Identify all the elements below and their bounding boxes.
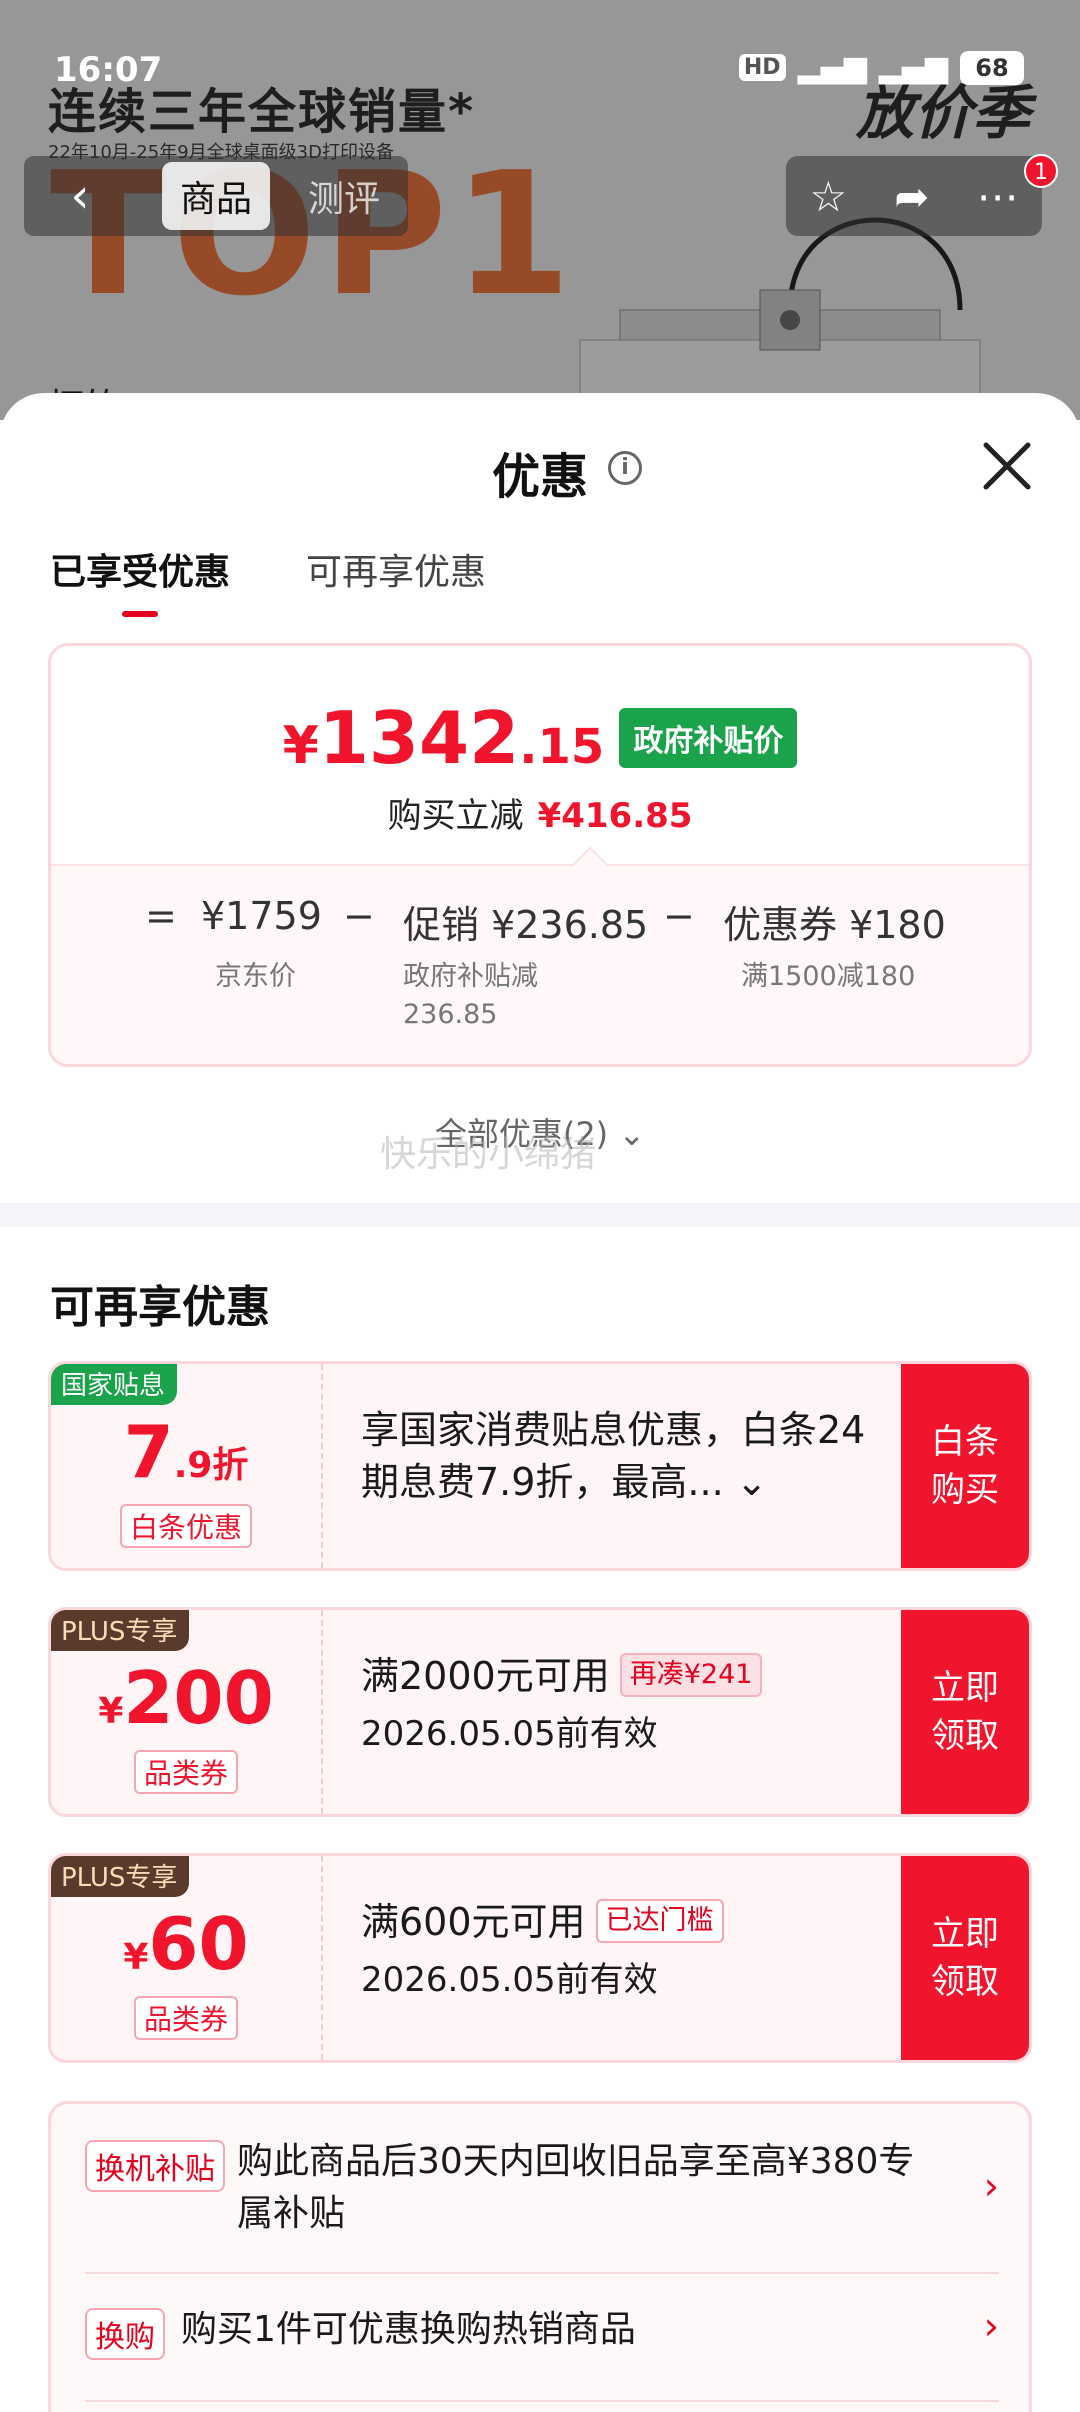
extra-offers-card: 换机补贴 购此商品后30天内回收旧品享至高¥380专属补贴 › 换购 购买1件可… xyxy=(48,2101,1032,2412)
plus-tag: PLUS专享 xyxy=(51,1856,190,1897)
back-button[interactable]: ‹ xyxy=(24,156,136,236)
coupon-desc-text: 享国家消费贴息优惠，白条24期息费7.9折，最高... xyxy=(361,1408,866,1504)
status-bar: 16:07 HD ▂▄▆ ▂▄▆ 68 xyxy=(0,0,1080,110)
status-time: 16:07 xyxy=(54,50,163,90)
favorite-star-icon[interactable]: ☆ xyxy=(810,172,848,221)
discount-small: .9折 xyxy=(173,1445,249,1486)
tab-available-discounts[interactable]: 可再享优惠 xyxy=(306,543,486,595)
promo-amount: 促销 ¥236.85 xyxy=(403,903,649,947)
minus-sign-2: − xyxy=(663,894,695,938)
chevron-down-icon: ⌄ xyxy=(618,1115,646,1153)
extra-divider xyxy=(85,2272,999,2274)
jd-price-label: 京东价 xyxy=(215,961,296,992)
coupon-discount: ¥200 xyxy=(51,1656,321,1740)
claim-coupon-button[interactable]: 立即领取 xyxy=(901,1856,1029,2060)
reduce-value: ¥416.85 xyxy=(537,796,693,836)
coupon-info: 享国家消费贴息优惠，白条24期息费7.9折，最高... ⌄ xyxy=(361,1404,901,1508)
coupon-threshold-pill: 已达门槛 xyxy=(595,1899,724,1943)
gov-subsidy-tag: 政府补贴价 xyxy=(619,708,798,768)
final-price: ¥1342.15 政府补贴价 xyxy=(51,696,1029,780)
equals-sign: = xyxy=(145,894,177,938)
claim-coupon-button[interactable]: 立即领取 xyxy=(901,1610,1029,1814)
coupon-info: 满600元可用 已达门槛 2026.05.05前有效 xyxy=(361,1896,901,2001)
tab-reviews[interactable]: 测评 xyxy=(290,162,398,230)
coupon-expiry: 2026.05.05前有效 xyxy=(361,1960,658,2000)
sheet-title: 优惠 xyxy=(491,449,588,505)
coupon-currency: ¥ xyxy=(98,1691,124,1732)
coupon-gap-pill: 再凑¥241 xyxy=(619,1653,763,1697)
coupon-condition: 满2000元可用 再凑¥241 xyxy=(361,1650,901,1702)
coupon-card-200: PLUS专享 ¥200 品类券 满2000元可用 再凑¥241 2026.05.0… xyxy=(48,1607,1032,1817)
chevron-right-icon: › xyxy=(983,2304,999,2348)
coupon-value-area: PLUS专享 ¥200 品类券 xyxy=(51,1610,323,1814)
coupon-card-60: PLUS专享 ¥60 品类券 满600元可用 已达门槛 2026.05.05前有效… xyxy=(48,1853,1032,2063)
baitiao-buy-button[interactable]: 白条购买 xyxy=(901,1364,1029,1568)
discount-big: 7 xyxy=(123,1410,174,1494)
exchange-tag: 换购 xyxy=(85,2308,165,2360)
coupon-card-baitiao: 国家贴息 7.9折 白条优惠 享国家消费贴息优惠，白条24期息费7.9折，最高.… xyxy=(48,1361,1032,1571)
info-icon[interactable]: i xyxy=(608,451,642,485)
status-icons: HD ▂▄▆ ▂▄▆ 68 xyxy=(738,50,1024,85)
coupon-expiry: 2026.05.05前有效 xyxy=(361,1714,658,1754)
price-decimal: .15 xyxy=(519,719,605,775)
top-actions: ☆ ➦ ⋯ xyxy=(786,156,1042,236)
coupon-cond-text: 满2000元可用 xyxy=(361,1654,610,1698)
coupon-description[interactable]: 享国家消费贴息优惠，白条24期息费7.9折，最高... ⌄ xyxy=(361,1404,901,1508)
chevron-left-icon: ‹ xyxy=(70,168,90,224)
watermark: 快乐的小绵猪 xyxy=(380,1134,597,1175)
coupon-amount: 优惠券 ¥180 xyxy=(723,903,946,947)
price-integer: 1342 xyxy=(318,696,520,780)
coupon-type: 品类券 xyxy=(133,1750,239,1794)
price-currency: ¥ xyxy=(282,716,319,776)
coupon-condition: 满600元可用 已达门槛 xyxy=(361,1896,901,1948)
coupon-discount: ¥60 xyxy=(51,1902,321,1986)
coupon-sub-label: 满1500减180 xyxy=(741,961,916,992)
more-icon[interactable]: ⋯ xyxy=(976,172,1018,221)
signal-icon-2: ▂▄▆ xyxy=(878,50,948,85)
reduce-label: 购买立减 xyxy=(387,796,524,836)
close-icon[interactable] xyxy=(978,437,1036,495)
plus-tag: PLUS专享 xyxy=(51,1610,190,1651)
promo-sub-value: 236.85 xyxy=(403,999,498,1030)
tab-enjoyed-discounts[interactable]: 已享受优惠 xyxy=(50,543,230,617)
coupon-info: 满2000元可用 再凑¥241 2026.05.05前有效 xyxy=(361,1650,901,1755)
discount-sheet: 优惠 i 已享受优惠 可再享优惠 ¥1342.15 政府补贴价 购买立减 ¥416… xyxy=(0,393,1080,2412)
discount-tabs: 已享受优惠 可再享优惠 xyxy=(50,543,486,617)
product-page-background: 连续三年全球销量* 22年10月-25年9月全球桌面级3D打印设备 TOP1 放… xyxy=(0,0,1080,420)
coupon-value-area: PLUS专享 ¥60 品类券 xyxy=(51,1856,323,2060)
exchange-purchase-row[interactable]: 换购 购买1件可优惠换购热销商品 › xyxy=(85,2304,999,2364)
coupon-value: 60 xyxy=(148,1902,249,1986)
coupon-cond-text: 满600元可用 xyxy=(361,1900,586,1944)
notification-badge: 1 xyxy=(1024,154,1058,188)
section-divider xyxy=(0,1203,1080,1227)
coupon-tag: 国家贴息 xyxy=(51,1364,178,1405)
final-price-area: ¥1342.15 政府补贴价 购买立减 ¥416.85 xyxy=(51,646,1029,864)
tab-product[interactable]: 商品 xyxy=(162,162,271,230)
product-tabs: 商品 测评 xyxy=(136,156,408,236)
trade-in-row[interactable]: 换机补贴 购此商品后30天内回收旧品享至高¥380专属补贴 › xyxy=(85,2136,999,2246)
chevron-right-icon: › xyxy=(983,2164,999,2208)
instant-reduction: 购买立减 ¥416.85 xyxy=(51,788,1029,837)
trade-in-tag: 换机补贴 xyxy=(85,2140,225,2192)
trade-in-text: 购此商品后30天内回收旧品享至高¥380专属补贴 xyxy=(237,2141,915,2234)
price-breakdown: = ¥1759 − 促销 ¥236.85 − 优惠券 ¥180 京东价 政府补贴… xyxy=(51,846,1029,1064)
section-title-available: 可再享优惠 xyxy=(50,1282,270,1333)
chevron-down-icon: ⌄ xyxy=(735,1460,768,1504)
battery-icon: 68 xyxy=(960,50,1024,85)
signal-icon: ▂▄▆ xyxy=(797,50,867,85)
promo-sub-label: 政府补贴减 xyxy=(403,961,538,992)
extra-divider xyxy=(85,2400,999,2402)
coupon-value-area: 国家贴息 7.9折 白条优惠 xyxy=(51,1364,323,1568)
hd-icon: HD xyxy=(738,54,786,81)
coupon-value: 200 xyxy=(123,1656,274,1740)
share-icon[interactable]: ➦ xyxy=(894,172,929,221)
price-summary-card: ¥1342.15 政府补贴价 购买立减 ¥416.85 = ¥1759 − 促销 … xyxy=(48,643,1032,1067)
coupon-currency: ¥ xyxy=(123,1937,149,1978)
coupon-discount: 7.9折 xyxy=(51,1410,321,1494)
coupon-type: 品类券 xyxy=(133,1996,239,2040)
jd-price: ¥1759 xyxy=(201,894,322,938)
exchange-text: 购买1件可优惠换购热销商品 xyxy=(181,2309,636,2350)
minus-sign-1: − xyxy=(343,894,375,938)
coupon-type: 白条优惠 xyxy=(119,1504,253,1548)
